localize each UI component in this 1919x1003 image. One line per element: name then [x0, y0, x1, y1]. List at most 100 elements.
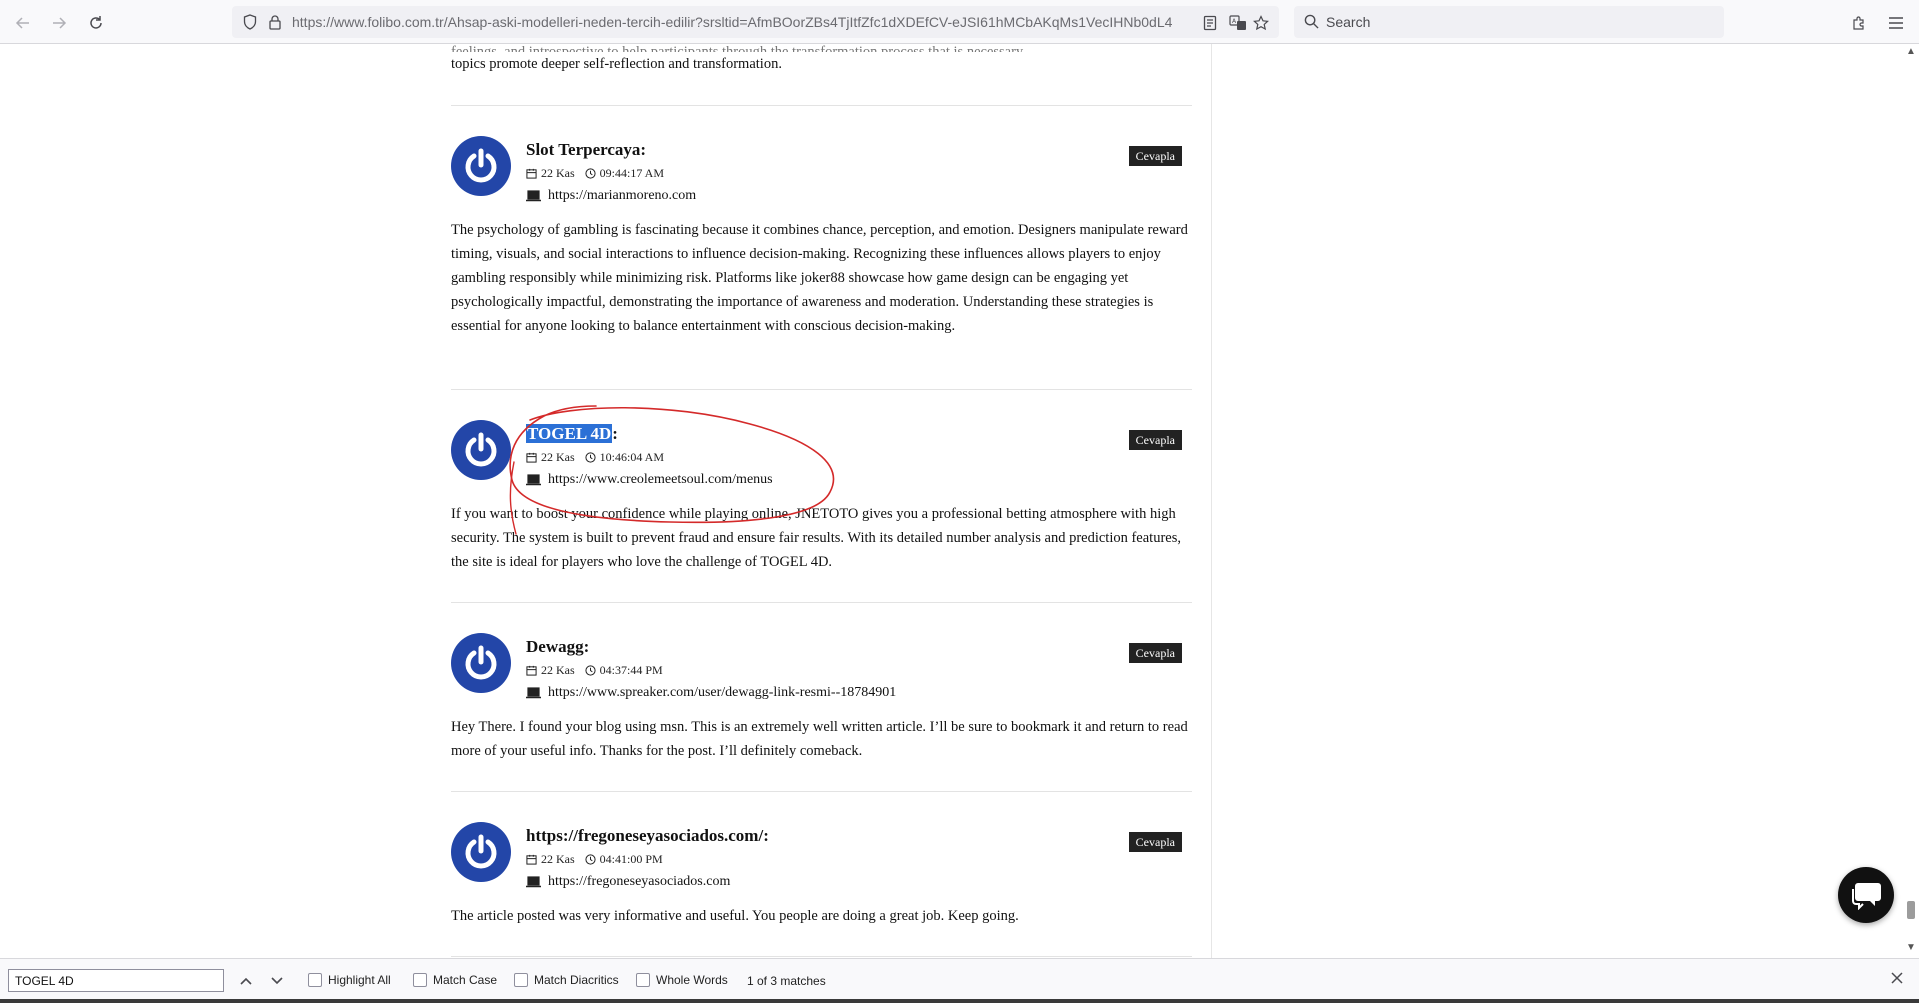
- calendar-icon: [526, 452, 537, 463]
- puzzle-icon: [1853, 16, 1864, 30]
- find-bar: Highlight All Match Case Match Diacritic…: [0, 958, 1919, 1003]
- whole-words-label: Whole Words: [656, 973, 728, 987]
- comment-time: 09:44:17 AM: [599, 166, 665, 180]
- match-diacritics-checkbox[interactable]: Match Diacritics: [514, 973, 619, 987]
- comment-divider: [451, 105, 1192, 106]
- comment-website: https://www.spreaker.com/user/dewagg-lin…: [526, 685, 896, 701]
- comment-author-suffix: :: [612, 424, 618, 443]
- avatar: [451, 633, 511, 693]
- highlight-all-checkbox[interactable]: Highlight All: [308, 973, 391, 987]
- power-icon: [465, 432, 497, 467]
- tracking-protection-icon[interactable]: [242, 14, 258, 35]
- hamburger-icon: [1889, 17, 1903, 29]
- comment-time: 04:37:44 PM: [599, 663, 663, 677]
- extensions-button[interactable]: [1848, 12, 1870, 34]
- svg-text:A: A: [1232, 18, 1237, 25]
- comment-meta: 22 Kas 04:37:44 PM: [526, 663, 663, 678]
- sidebar-divider: [1211, 44, 1212, 958]
- whole-words-checkbox[interactable]: Whole Words: [636, 973, 728, 987]
- scroll-up-icon[interactable]: ▲: [1906, 46, 1916, 57]
- page-viewport: feelings, and introspective to help part…: [0, 44, 1903, 958]
- laptop-icon: [526, 474, 541, 486]
- comment-body: The article posted was very informative …: [451, 908, 1019, 924]
- previous-comment-text: feelings, and introspective to help part…: [451, 44, 1192, 76]
- reply-button[interactable]: Cevapla: [1128, 430, 1182, 450]
- search-input[interactable]: [1326, 12, 1706, 32]
- comment-website: https://marianmoreno.com: [526, 188, 696, 204]
- avatar: [451, 136, 511, 196]
- lock-icon[interactable]: [268, 14, 282, 35]
- calendar-icon: [526, 854, 537, 865]
- previous-comment-cut-line: feelings, and introspective to help part…: [451, 44, 1024, 52]
- calendar-icon: [526, 168, 537, 179]
- comment-author[interactable]: Dewagg:: [526, 637, 589, 657]
- comment-divider: [451, 602, 1192, 603]
- comment-divider: [451, 791, 1192, 792]
- comment-website: https://fregoneseyasociados.com: [526, 874, 730, 890]
- laptop-icon: [526, 190, 541, 202]
- find-previous-button[interactable]: [236, 971, 256, 991]
- find-close-button[interactable]: [1890, 971, 1904, 988]
- comment-body: Hey There. I found your blog using msn. …: [451, 719, 1188, 759]
- chat-button[interactable]: [1838, 867, 1894, 923]
- reader-view-icon[interactable]: [1200, 13, 1220, 33]
- back-button[interactable]: [10, 10, 36, 36]
- comment-time: 04:41:00 PM: [599, 852, 663, 866]
- power-icon: [465, 148, 497, 183]
- find-next-button[interactable]: [267, 971, 287, 991]
- comment-date: 22 Kas: [541, 450, 575, 464]
- power-icon: [465, 834, 497, 869]
- avatar: [451, 822, 511, 882]
- comment-website-link[interactable]: https://marianmoreno.com: [548, 188, 696, 204]
- comment-date: 22 Kas: [541, 663, 575, 677]
- reload-icon: [90, 16, 102, 29]
- laptop-icon: [526, 876, 541, 888]
- address-bar[interactable]: https://www.folibo.com.tr/Ahsap-aski-mod…: [232, 6, 1279, 38]
- comment-website: https://www.creolemeetsoul.com/menus: [526, 472, 773, 488]
- taskbar-edge: [0, 999, 1919, 1003]
- avatar: [451, 420, 511, 480]
- clock-icon: [585, 168, 596, 179]
- reply-button[interactable]: Cevapla: [1128, 146, 1182, 166]
- power-icon: [465, 645, 497, 680]
- match-diacritics-label: Match Diacritics: [534, 973, 619, 987]
- arrow-left-icon: [15, 17, 29, 29]
- clock-icon: [585, 452, 596, 463]
- comment-author[interactable]: Slot Terpercaya:: [526, 140, 646, 160]
- find-input[interactable]: [8, 969, 224, 992]
- reply-button[interactable]: Cevapla: [1128, 832, 1182, 852]
- comment-date: 22 Kas: [541, 852, 575, 866]
- menu-button[interactable]: [1885, 12, 1907, 34]
- comment-meta: 22 Kas 10:46:04 AM: [526, 450, 664, 465]
- comment-website-link[interactable]: https://www.spreaker.com/user/dewagg-lin…: [548, 685, 896, 701]
- find-match-highlight: TOGEL 4D: [526, 424, 613, 443]
- browser-toolbar: https://www.folibo.com.tr/Ahsap-aski-mod…: [0, 0, 1919, 44]
- comment-author[interactable]: TOGEL 4D:: [526, 424, 618, 444]
- bookmark-star-icon[interactable]: [1251, 13, 1271, 33]
- match-case-checkbox[interactable]: Match Case: [413, 973, 497, 987]
- search-bar[interactable]: [1294, 6, 1724, 38]
- clock-icon: [585, 665, 596, 676]
- highlight-all-label: Highlight All: [328, 973, 391, 987]
- scroll-down-icon[interactable]: ▼: [1906, 942, 1916, 953]
- chat-bubble-icon: [1852, 883, 1881, 910]
- arrow-right-icon: [53, 17, 67, 29]
- comment-website-link[interactable]: https://fregoneseyasociados.com: [548, 874, 730, 890]
- reload-button[interactable]: [83, 10, 109, 36]
- reply-button[interactable]: Cevapla: [1128, 643, 1182, 663]
- comment-meta: 22 Kas 09:44:17 AM: [526, 166, 664, 181]
- close-icon: [1891, 972, 1903, 984]
- comment-author[interactable]: https://fregoneseyasociados.com/:: [526, 826, 769, 846]
- calendar-icon: [526, 665, 537, 676]
- match-case-label: Match Case: [433, 973, 498, 987]
- chevron-up-icon: [240, 977, 252, 985]
- url-text[interactable]: https://www.folibo.com.tr/Ahsap-aski-mod…: [292, 13, 1172, 31]
- page-scrollbar[interactable]: ▲ ▼: [1903, 44, 1919, 958]
- chevron-down-icon: [271, 977, 283, 985]
- forward-button[interactable]: [46, 10, 72, 36]
- comment-body: The psychology of gambling is fascinatin…: [451, 222, 1188, 334]
- comment-website-link[interactable]: https://www.creolemeetsoul.com/menus: [548, 472, 773, 488]
- scroll-thumb[interactable]: [1907, 901, 1915, 919]
- comment-date: 22 Kas: [541, 166, 575, 180]
- translate-icon[interactable]: A: [1228, 13, 1248, 33]
